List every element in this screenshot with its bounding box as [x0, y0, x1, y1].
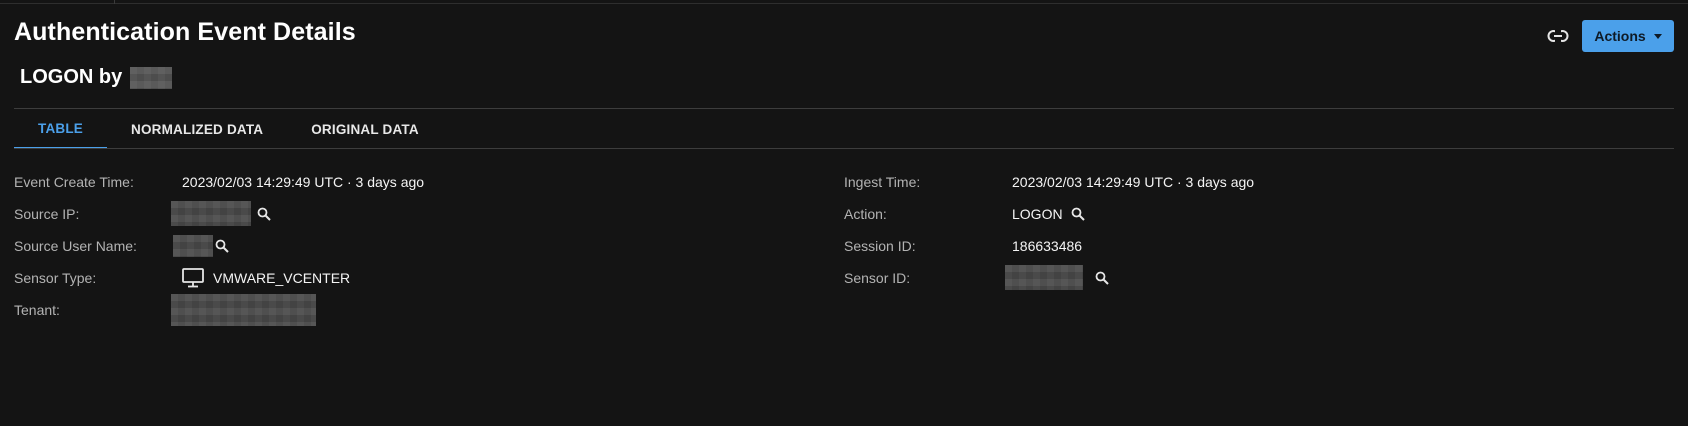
- sensor-type-value: VMWARE_VCENTER: [182, 268, 350, 288]
- redacted-tenant: [171, 294, 316, 326]
- action-label: Action:: [844, 206, 887, 222]
- caret-down-icon: [1653, 33, 1662, 39]
- source-ip-value: [171, 201, 271, 226]
- top-border-tick: [114, 0, 115, 4]
- action-value: LOGON: [1012, 206, 1085, 222]
- search-icon[interactable]: [1095, 271, 1109, 285]
- tenant-label: Tenant:: [14, 302, 60, 318]
- source-ip-label: Source IP:: [14, 206, 80, 222]
- session-id-text: 186633486: [1012, 238, 1083, 254]
- sensor-id-value: [1005, 265, 1109, 290]
- redacted-source-user: [173, 235, 213, 257]
- event-subtitle: LOGON by: [20, 66, 173, 89]
- actions-button[interactable]: Actions: [1582, 20, 1674, 52]
- source-user-name-value: [173, 235, 229, 257]
- event-create-time-text: 2023/02/03 14:29:49 UTC · 3 days ago: [182, 174, 425, 190]
- tenant-value: [171, 294, 316, 326]
- redacted-source-ip: [171, 201, 251, 226]
- top-border: [0, 3, 1688, 4]
- sensor-type-label: Sensor Type:: [14, 270, 97, 286]
- event-create-time-value: 2023/02/03 14:29:49 UTC · 3 days ago: [182, 174, 424, 190]
- tab-original-data[interactable]: ORIGINAL DATA: [287, 109, 443, 149]
- search-icon[interactable]: [1071, 207, 1085, 221]
- tab-table[interactable]: TABLE: [14, 109, 107, 149]
- tab-normalized-data[interactable]: NORMALIZED DATA: [107, 109, 287, 149]
- ingest-time-text: 2023/02/03 14:29:49 UTC · 3 days ago: [1012, 174, 1255, 190]
- session-id-value: 186633486: [1012, 238, 1082, 254]
- redacted-sensor-id: [1005, 265, 1083, 290]
- monitor-icon: [182, 268, 204, 288]
- tabs-divider: [14, 148, 1674, 149]
- search-icon[interactable]: [257, 207, 271, 221]
- page-title: Authentication Event Details: [14, 18, 356, 46]
- source-user-name-label: Source User Name:: [14, 238, 137, 254]
- ingest-time-value: 2023/02/03 14:29:49 UTC · 3 days ago: [1012, 174, 1254, 190]
- ingest-time-label: Ingest Time:: [844, 174, 921, 190]
- sensor-type-text: VMWARE_VCENTER: [213, 270, 351, 286]
- copy-link-button[interactable]: [1544, 24, 1572, 48]
- search-icon[interactable]: [215, 239, 229, 253]
- tab-bar: TABLE NORMALIZED DATA ORIGINAL DATA: [14, 109, 443, 149]
- sensor-id-label: Sensor ID:: [844, 270, 911, 286]
- redacted-user: [130, 66, 173, 89]
- action-text: LOGON: [1012, 206, 1063, 222]
- link-icon: [1547, 29, 1569, 43]
- session-id-label: Session ID:: [844, 238, 916, 254]
- event-create-time-label: Event Create Time:: [14, 174, 134, 190]
- subtitle-text: LOGON by: [20, 66, 123, 88]
- actions-label: Actions: [1594, 28, 1646, 44]
